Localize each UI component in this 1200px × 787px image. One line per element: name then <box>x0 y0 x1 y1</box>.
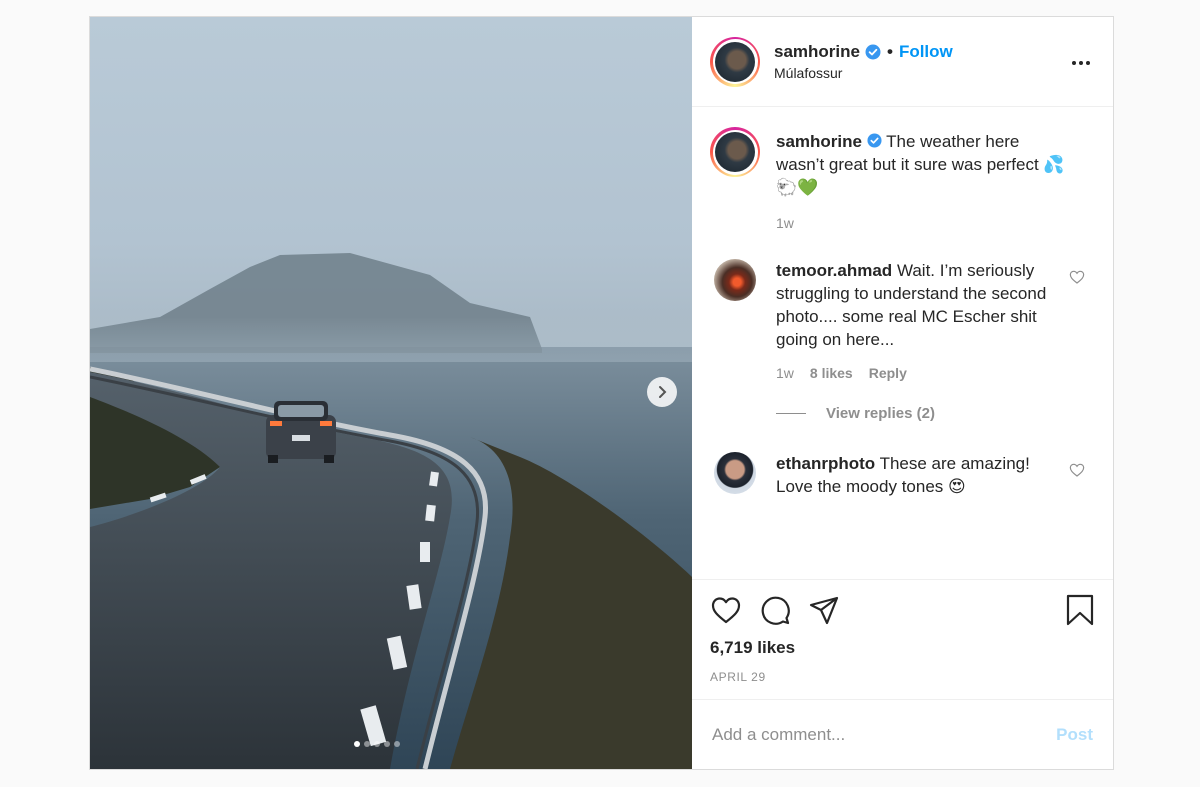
comments-section: samhorine The weather here wasn’t great … <box>692 107 1113 579</box>
commenter-username[interactable]: ethanrphoto <box>776 454 875 473</box>
like-comment-icon[interactable] <box>1069 269 1085 285</box>
post-photo[interactable] <box>90 17 692 769</box>
location-link[interactable]: Múlafossur <box>774 65 953 81</box>
more-options-icon[interactable] <box>1071 53 1091 73</box>
comment-likes[interactable]: 8 likes <box>810 365 853 381</box>
comment-timestamp[interactable]: 1w <box>776 365 794 381</box>
separator-bullet: • <box>886 42 893 61</box>
commenter-username[interactable]: temoor.ahmad <box>776 261 892 280</box>
caption-timestamp[interactable]: 1w <box>776 215 794 231</box>
view-replies-button[interactable]: View replies (2) <box>776 405 1095 422</box>
carousel-dots <box>354 741 400 747</box>
chevron-right-icon <box>659 386 667 398</box>
story-ring[interactable] <box>710 36 760 87</box>
carousel-dot <box>374 741 380 747</box>
carousel-dot <box>384 741 390 747</box>
car <box>266 401 336 463</box>
add-comment-bar: Post <box>692 699 1113 769</box>
comment-icon[interactable] <box>759 594 791 626</box>
reply-button[interactable]: Reply <box>869 365 907 381</box>
verified-badge-icon <box>867 133 882 148</box>
view-replies-label: View replies (2) <box>826 405 935 422</box>
caption-story-ring[interactable] <box>710 127 760 177</box>
verified-badge-icon <box>865 44 881 60</box>
caption-username[interactable]: samhorine <box>776 132 862 151</box>
carousel-dot <box>354 741 360 747</box>
post-actions: 6,719 likes APRIL 29 <box>692 579 1113 699</box>
bookmark-icon[interactable] <box>1065 594 1095 626</box>
share-icon[interactable] <box>808 594 840 626</box>
like-count[interactable]: 6,719 likes <box>710 638 1095 658</box>
carousel-dot <box>394 741 400 747</box>
post-comment-button[interactable]: Post <box>1056 725 1093 745</box>
next-slide-button[interactable] <box>647 377 677 407</box>
comment-item: ethanrphoto These are amazing! Love the … <box>710 452 1095 498</box>
caption-avatar <box>715 132 755 172</box>
post-sidebar: samhorine • Follow Múlafossur samhorine … <box>692 17 1113 769</box>
caption: samhorine The weather here wasn’t great … <box>710 127 1095 231</box>
comment-item: temoor.ahmad Wait. I’m seriously struggl… <box>710 259 1095 381</box>
commenter-avatar[interactable] <box>714 259 756 301</box>
like-comment-icon[interactable] <box>1069 462 1085 478</box>
commenter-avatar[interactable] <box>714 452 756 494</box>
post-card: samhorine • Follow Múlafossur samhorine … <box>89 16 1114 770</box>
follow-button[interactable]: Follow <box>899 42 953 62</box>
username-link[interactable]: samhorine <box>774 42 860 62</box>
comment-input[interactable] <box>712 724 1057 745</box>
post-date[interactable]: APRIL 29 <box>710 670 1095 684</box>
heart-icon[interactable] <box>710 594 742 626</box>
photo-landscape <box>90 253 692 769</box>
carousel-dot <box>364 741 370 747</box>
post-header: samhorine • Follow Múlafossur <box>692 17 1113 107</box>
avatar <box>715 41 755 82</box>
